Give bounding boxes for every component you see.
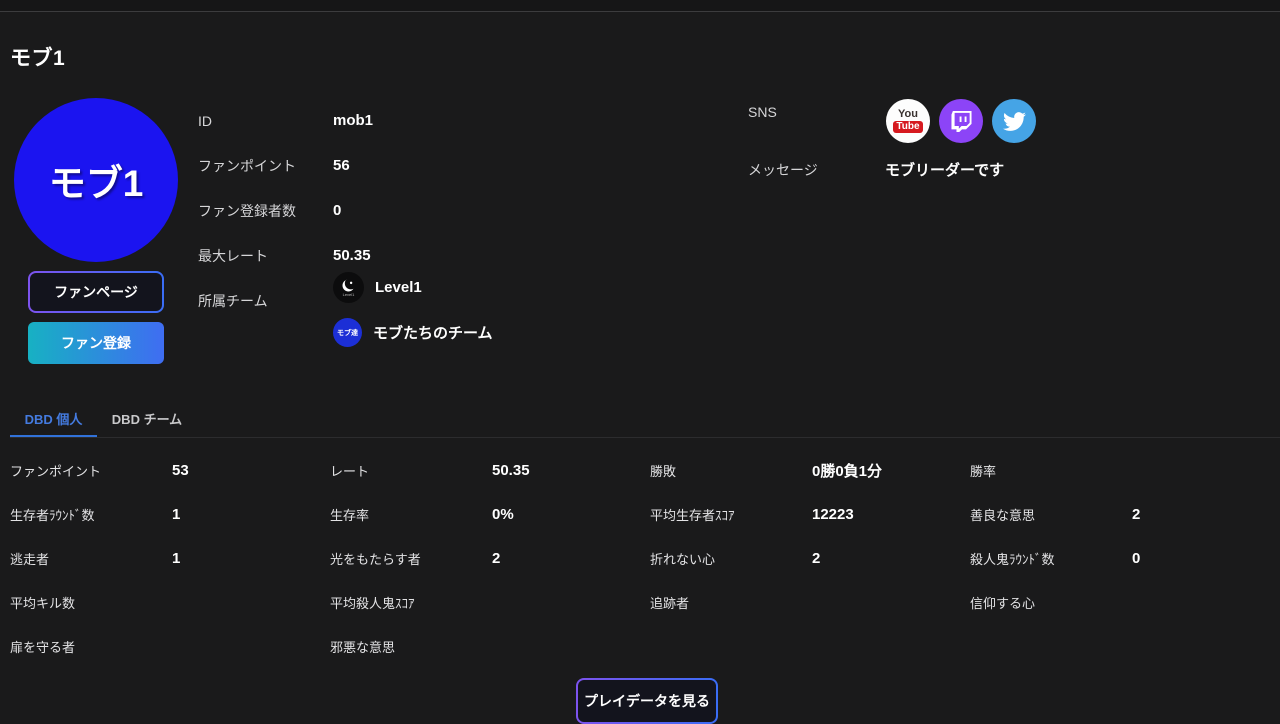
field-label: ファンポイント	[198, 156, 333, 176]
stat-label: 折れない心	[650, 549, 812, 568]
stat-cell-unbroken: 折れない心 2	[650, 536, 970, 580]
fan-page-button[interactable]: ファンページ	[28, 271, 164, 313]
tab-dbd-team[interactable]: DBD チーム	[97, 402, 197, 438]
stat-cell-escaper: 逃走者 1	[10, 536, 330, 580]
stat-label: 邪悪な意思	[330, 637, 492, 656]
stat-cell-rate: レート 50.35	[330, 448, 650, 492]
stat-cell-win-rate: 勝率	[970, 448, 1280, 492]
team-logo-caption: Level1	[343, 293, 355, 297]
stat-label: 殺人鬼ﾗｳﾝﾄﾞ数	[970, 549, 1132, 568]
stat-value: 1	[172, 550, 180, 567]
stat-cell-fan-points: ファンポイント 53	[10, 448, 330, 492]
avatar: モブ1	[14, 98, 178, 262]
stat-label: 善良な意思	[970, 505, 1132, 524]
stat-value: 0%	[492, 506, 514, 523]
field-label: 最大レート	[198, 246, 333, 266]
tab-divider	[10, 437, 1280, 438]
stat-label: 生存者ﾗｳﾝﾄﾞ数	[10, 505, 172, 524]
stat-label: 勝敗	[650, 461, 812, 480]
team-logo-mobutachi-icon: モブ達	[333, 318, 362, 347]
stat-value: 2	[1132, 506, 1140, 523]
team-name: モブたちのチーム	[373, 322, 493, 343]
stat-cell-lightbringer: 光をもたらす者 2	[330, 536, 650, 580]
youtube-icon[interactable]: You Tube	[886, 99, 930, 143]
team-name: Level1	[375, 279, 422, 296]
twitch-icon[interactable]	[939, 99, 983, 143]
stat-value: 12223	[812, 506, 854, 523]
message-value: モブリーダーです	[885, 159, 1004, 180]
stat-value: 53	[172, 462, 189, 479]
stat-value: 1	[172, 506, 180, 523]
stat-label: ファンポイント	[10, 461, 172, 480]
stat-cell-win-loss: 勝敗 0勝0負1分	[650, 448, 970, 492]
team-logo-level1-icon: Level1	[333, 272, 364, 303]
team-logo-glyph	[341, 278, 356, 293]
field-value: 50.35	[333, 247, 371, 264]
stat-cell-benevolent: 善良な意思 2	[970, 492, 1280, 536]
stats-grid: ファンポイント 53 レート 50.35 勝敗 0勝0負1分 勝率 生存者ﾗｳﾝ…	[10, 448, 1280, 668]
stat-label: 追跡者	[650, 593, 812, 612]
stat-cell-killer-rounds: 殺人鬼ﾗｳﾝﾄﾞ数 0	[970, 536, 1280, 580]
stat-cell-malicious: 邪悪な意思	[330, 624, 650, 668]
stat-cell-survivor-rounds: 生存者ﾗｳﾝﾄﾞ数 1	[10, 492, 330, 536]
team-list: Level1 Level1 モブ達 モブたちのチーム	[333, 272, 493, 362]
field-value: mob1	[333, 112, 373, 129]
message-label: メッセージ	[748, 160, 818, 180]
stat-label: 扉を守る者	[10, 637, 172, 656]
twitter-icon[interactable]	[992, 99, 1036, 143]
team-row-mobutachi[interactable]: モブ達 モブたちのチーム	[333, 318, 493, 347]
field-label: ファン登録者数	[198, 201, 333, 221]
stat-value: 50.35	[492, 462, 530, 479]
stat-label: 平均生存者ｽｺｱ	[650, 505, 812, 524]
stat-cell-chaser: 追跡者	[650, 580, 970, 624]
field-value: 56	[333, 157, 350, 174]
team-row-level1[interactable]: Level1 Level1	[333, 272, 493, 303]
field-label: ID	[198, 113, 333, 129]
stat-cell-avg-kills: 平均キル数	[10, 580, 330, 624]
stat-cell-gatekeeper: 扉を守る者	[10, 624, 330, 668]
stat-label: 勝率	[970, 461, 1132, 480]
stat-cell-devout: 信仰する心	[970, 580, 1280, 624]
view-play-data-button[interactable]: プレイデータを見る	[576, 678, 718, 724]
twitch-glyph	[951, 111, 972, 132]
stat-cell-avg-killer-score: 平均殺人鬼ｽｺｱ	[330, 580, 650, 624]
field-row-id: ID mob1	[198, 98, 373, 143]
stat-label: 平均キル数	[10, 593, 172, 612]
avatar-text: モブ1	[49, 153, 144, 207]
twitter-glyph	[1003, 110, 1026, 133]
stat-label: 信仰する心	[970, 593, 1132, 612]
field-value: 0	[333, 202, 341, 219]
team-logo-caption: モブ達	[337, 328, 358, 338]
stat-label: 生存率	[330, 505, 492, 524]
youtube-logo-text-top: You	[898, 109, 918, 120]
tab-dbd-personal[interactable]: DBD 個人	[10, 402, 97, 438]
stat-label: 逃走者	[10, 549, 172, 568]
stat-label: 光をもたらす者	[330, 549, 492, 568]
stat-value: 2	[492, 550, 500, 567]
stat-label: レート	[330, 461, 492, 480]
stat-value: 0	[1132, 550, 1140, 567]
fan-register-button[interactable]: ファン登録	[28, 322, 164, 364]
sns-label: SNS	[748, 104, 777, 120]
field-label: 所属チーム	[198, 291, 333, 311]
stat-cell-survival-rate: 生存率 0%	[330, 492, 650, 536]
field-row-fan-points: ファンポイント 56	[198, 143, 373, 188]
stat-cell-avg-survivor-score: 平均生存者ｽｺｱ 12223	[650, 492, 970, 536]
youtube-logo-text-bottom: Tube	[893, 121, 922, 133]
top-bar	[0, 0, 1280, 12]
page-title: モブ1	[10, 42, 65, 72]
stat-value: 0勝0負1分	[812, 460, 882, 481]
stat-value: 2	[812, 550, 820, 567]
tab-bar: DBD 個人 DBD チーム	[10, 402, 197, 438]
stat-label: 平均殺人鬼ｽｺｱ	[330, 593, 492, 612]
field-row-fan-subscribers: ファン登録者数 0	[198, 188, 373, 233]
